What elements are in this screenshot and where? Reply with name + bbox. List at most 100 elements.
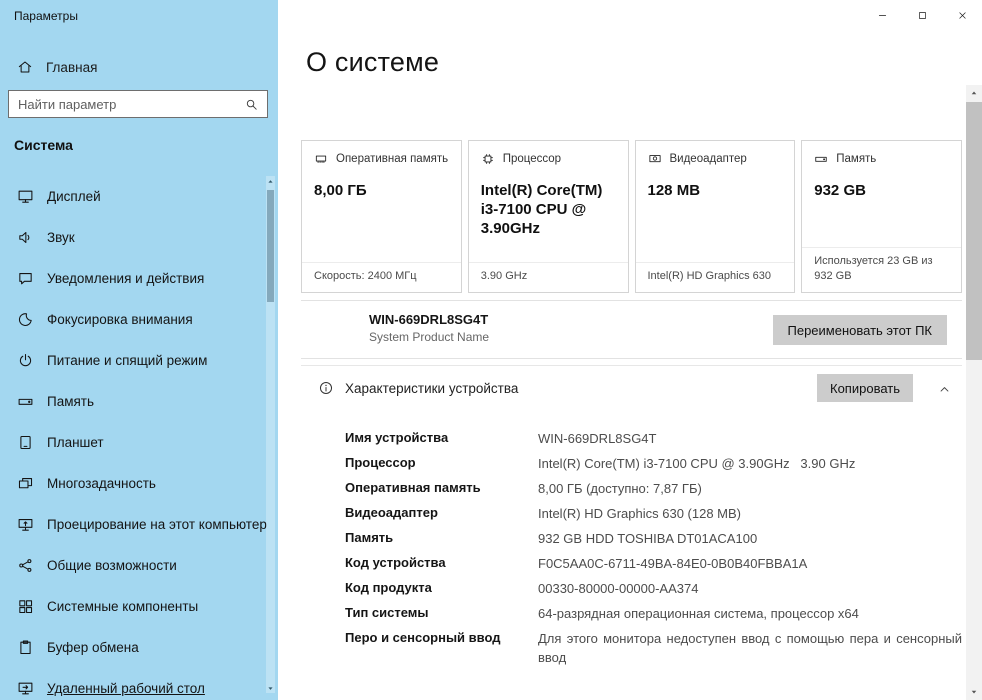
device-product-name: System Product Name xyxy=(369,330,490,344)
sidebar-scroll-down-icon[interactable] xyxy=(266,683,275,693)
sidebar-scrollbar-thumb[interactable] xyxy=(267,190,274,302)
spec-value: F0C5AA0C-6711-49BA-84E0-0B0B40FBBA1A xyxy=(538,556,808,571)
spec-value: 64-разрядная операционная система, проце… xyxy=(538,606,859,621)
spec-value: Intel(R) Core(TM) i3-7100 CPU @ 3.90GHz … xyxy=(538,456,856,471)
notifications-icon xyxy=(19,273,32,285)
summary-card-header: Видеоадаптер xyxy=(648,152,783,166)
device-specs-list: Имя устройства WIN-669DRL8SG4T Процессор… xyxy=(301,428,962,668)
summary-card: Видеоадаптер 128 MB Intel(R) HD Graphics… xyxy=(634,140,796,293)
spec-row: Видеоадаптер Intel(R) HD Graphics 630 (1… xyxy=(301,503,962,528)
sidebar-item[interactable]: Звук xyxy=(0,217,262,258)
home-label: Главная xyxy=(46,59,98,75)
sidebar-item[interactable]: Общие возможности xyxy=(0,545,262,586)
spec-label: Оперативная память xyxy=(345,480,481,495)
summary-card-value: 128 MB xyxy=(647,182,701,199)
spec-row: Память 932 GB HDD TOSHIBA DT01ACA100 xyxy=(301,528,962,553)
power-icon xyxy=(19,353,32,367)
main-content: О системе Оперативная память 8,00 ГБ Ско… xyxy=(278,0,982,700)
summary-card-value: Intel(R) Core(TM) i3-7100 CPU @ 3.90GHz xyxy=(480,182,603,238)
spec-label: Тип системы xyxy=(345,605,429,620)
spec-row: Код продукта 00330-80000-00000-AA374 xyxy=(301,578,962,603)
settings-window: Параметры Главная Система Дисплей Звук У… xyxy=(0,0,982,700)
window-caption: Параметры xyxy=(14,9,78,23)
search-icon[interactable] xyxy=(244,97,259,112)
spec-value: 932 GB HDD TOSHIBA DT01ACA100 xyxy=(538,531,758,546)
main-scroll-down-icon[interactable] xyxy=(966,684,982,700)
search-input[interactable] xyxy=(9,96,244,112)
summary-card-header: Оперативная память xyxy=(314,152,449,166)
device-specs-title: Характеристики устройства xyxy=(345,381,519,396)
main-scrollbar[interactable] xyxy=(966,85,982,700)
projecting-icon xyxy=(18,519,33,531)
sidebar-nav: Дисплей Звук Уведомления и действия Фоку… xyxy=(0,176,267,700)
copy-button[interactable]: Копировать xyxy=(817,374,913,402)
collapse-section-button[interactable] xyxy=(934,379,954,399)
close-icon xyxy=(958,11,966,19)
spec-value: WIN-669DRL8SG4T xyxy=(538,431,657,446)
minimize-button[interactable] xyxy=(862,0,902,30)
ram-icon xyxy=(315,155,327,163)
spec-row: Оперативная память 8,00 ГБ (доступно: 7,… xyxy=(301,478,962,503)
maximize-icon xyxy=(918,11,926,19)
summary-card: Оперативная память 8,00 ГБ Скорость: 240… xyxy=(301,140,462,293)
chevron-up-icon xyxy=(940,386,948,392)
titlebar xyxy=(278,0,982,30)
spec-row: Код устройства F0C5AA0C-6711-49BA-84E0-0… xyxy=(301,553,962,578)
spec-value: Intel(R) HD Graphics 630 (128 MB) xyxy=(538,506,742,521)
sidebar-section-title: Система xyxy=(14,137,73,153)
sidebar-scrollbar[interactable] xyxy=(266,176,275,693)
display-icon xyxy=(18,190,33,203)
spec-label: Видеоадаптер xyxy=(345,505,438,520)
sidebar-item[interactable]: Фокусировка внимания xyxy=(0,299,262,340)
summary-card: Процессор Intel(R) Core(TM) i3-7100 CPU … xyxy=(467,140,629,293)
components-icon xyxy=(19,600,33,614)
search-box xyxy=(8,90,268,118)
clipboard-icon xyxy=(20,640,31,655)
summary-card-footer: Используется 23 GB из 932 GB xyxy=(802,247,961,292)
sidebar-item-home[interactable]: Главная xyxy=(0,50,258,84)
device-specs-header: Характеристики устройства Копировать xyxy=(301,365,962,409)
sidebar-scroll-up-icon[interactable] xyxy=(266,176,275,186)
sidebar-item[interactable]: Проецирование на этот компьютер xyxy=(0,504,267,545)
rename-pc-button[interactable]: Переименовать этот ПК xyxy=(772,315,947,345)
minimize-icon xyxy=(878,14,886,16)
sidebar-item[interactable]: Буфер обмена xyxy=(0,627,262,668)
spec-label: Процессор xyxy=(345,455,416,470)
shared-icon xyxy=(19,559,32,572)
window-controls xyxy=(862,0,982,30)
remote-icon xyxy=(18,682,33,695)
summary-card-title: Оперативная память xyxy=(336,153,449,165)
disk-icon xyxy=(815,156,827,162)
spec-label: Код продукта xyxy=(345,580,432,595)
main-scrollbar-thumb[interactable] xyxy=(966,102,982,360)
sidebar-item[interactable]: Уведомления и действия xyxy=(0,258,262,299)
sidebar-item[interactable]: Дисплей xyxy=(0,176,262,217)
device-name: WIN-669DRL8SG4T xyxy=(369,312,489,327)
multitask-icon xyxy=(18,478,33,489)
sidebar-item[interactable]: Многозадачность xyxy=(0,463,262,504)
close-button[interactable] xyxy=(942,0,982,30)
sidebar-item[interactable]: Планшет xyxy=(0,422,262,463)
spec-label: Имя устройства xyxy=(345,430,449,445)
summary-card-footer: Скорость: 2400 МГц xyxy=(302,262,461,292)
sidebar-item[interactable]: Память xyxy=(0,381,262,422)
spec-label: Память xyxy=(345,530,394,545)
summary-card-value: 8,00 ГБ xyxy=(314,182,367,199)
sidebar-item[interactable]: Системные компоненты xyxy=(0,586,262,627)
summary-card-footer: Intel(R) HD Graphics 630 xyxy=(635,262,795,292)
sidebar-item[interactable]: Питание и спящий режим xyxy=(0,340,262,381)
gpu-icon xyxy=(648,155,661,163)
maximize-button[interactable] xyxy=(902,0,942,30)
spec-row: Имя устройства WIN-669DRL8SG4T xyxy=(301,428,962,453)
cpu-icon xyxy=(482,154,493,164)
page-title: О системе xyxy=(306,47,440,77)
focus-icon xyxy=(18,313,32,326)
spec-label: Перо и сенсорный ввод xyxy=(345,630,501,645)
summary-card: Память 932 GB Используется 23 GB из 932 … xyxy=(801,140,962,293)
spec-label: Код устройства xyxy=(345,555,446,570)
main-scroll-up-icon[interactable] xyxy=(966,85,982,101)
spec-row: Тип системы 64-разрядная операционная си… xyxy=(301,603,962,628)
sidebar-item[interactable]: Удаленный рабочий стол xyxy=(0,668,262,700)
device-texts: WIN-669DRL8SG4T System Product Name xyxy=(369,312,489,344)
spec-value: 00330-80000-00000-AA374 xyxy=(538,581,699,596)
